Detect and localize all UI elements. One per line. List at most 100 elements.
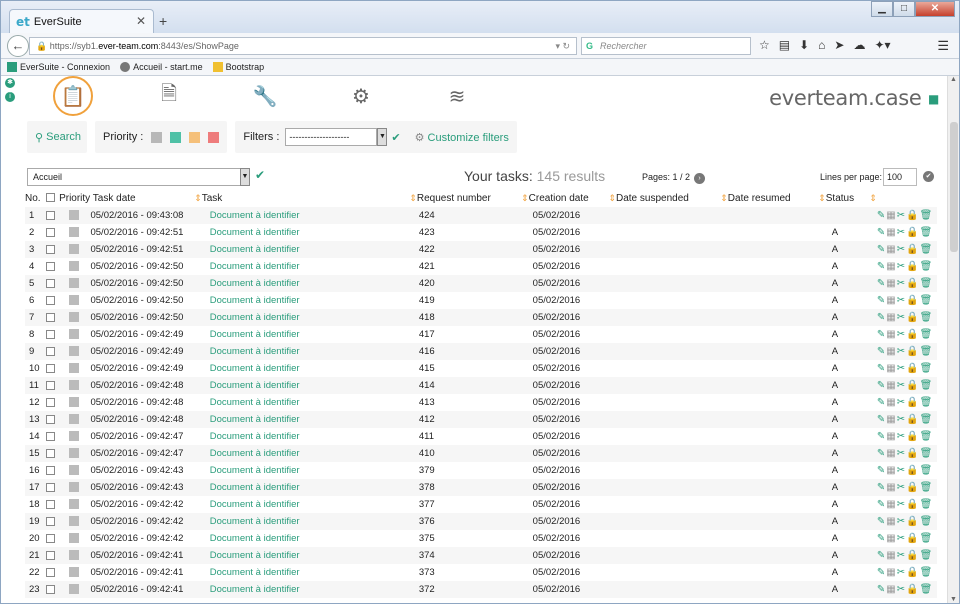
tools-icon[interactable]: ✂ <box>897 465 906 476</box>
lock-icon[interactable]: 🔒 <box>906 567 919 578</box>
table-row[interactable]: 18 05/02/2016 - 09:42:42 Document à identi… <box>25 496 937 513</box>
queue-dropdown-arrow-icon[interactable]: ▼ <box>240 168 250 186</box>
header-no[interactable]: No. <box>25 189 46 207</box>
tools-icon[interactable]: ✂ <box>897 295 906 306</box>
trash-icon[interactable]: 🗑 <box>920 210 934 221</box>
back-button[interactable]: ← <box>7 35 29 57</box>
lock-icon[interactable]: 🔒 <box>906 465 919 476</box>
tools-icon[interactable]: ✂ <box>897 397 906 408</box>
home-icon[interactable]: ⌂ <box>818 38 825 52</box>
tools-icon[interactable]: ✂ <box>897 533 906 544</box>
trash-icon[interactable]: 🗑 <box>920 550 934 561</box>
calendar-icon[interactable]: ▦ <box>886 210 896 221</box>
priority-red-swatch[interactable] <box>208 131 220 143</box>
trash-icon[interactable]: 🗑 <box>920 227 934 238</box>
calendar-icon[interactable]: ▦ <box>886 227 896 238</box>
bookmark-star-icon[interactable]: ☆ <box>759 38 770 52</box>
row-task-link[interactable]: Document à identifier <box>201 309 417 326</box>
tools-icon[interactable]: ✂ <box>897 550 906 561</box>
tools-icon[interactable]: ✂ <box>897 363 906 374</box>
url-bar[interactable]: 🔒 https://syb1.ever-team.com:8443/es/Sho… <box>29 37 577 55</box>
row-task-link[interactable]: Document à identifier <box>202 496 417 513</box>
trash-icon[interactable]: 🗑 <box>920 278 934 289</box>
customize-filters-button[interactable]: ⚙ Customize filters <box>415 131 509 144</box>
table-row[interactable]: 6 05/02/2016 - 09:42:50 Document à identif… <box>25 292 937 309</box>
trash-icon[interactable]: 🗑 <box>920 567 934 578</box>
edit-icon[interactable]: ✎ <box>877 227 886 238</box>
calendar-icon[interactable]: ▦ <box>886 312 896 323</box>
lock-icon[interactable]: 🔒 <box>906 363 919 374</box>
table-row[interactable]: 21 05/02/2016 - 09:42:41 Document à identi… <box>25 547 937 564</box>
close-window-button[interactable]: ✕ <box>915 1 955 17</box>
trash-icon[interactable]: 🗑 <box>920 380 934 391</box>
table-row[interactable]: 8 05/02/2016 - 09:42:49 Document à identif… <box>25 326 937 343</box>
nav-tools-icon[interactable]: 🔧 <box>245 76 285 116</box>
lock-icon[interactable]: 🔒 <box>906 482 919 493</box>
tools-icon[interactable]: ✂ <box>897 210 906 221</box>
lock-icon[interactable]: 🔒 <box>906 380 919 391</box>
trash-icon[interactable]: 🗑 <box>920 448 934 459</box>
header-date-resumed[interactable]: Date resumed ⇕ <box>728 189 826 207</box>
calendar-icon[interactable]: ▦ <box>886 397 896 408</box>
send-icon[interactable]: ➤ <box>834 38 844 52</box>
tools-icon[interactable]: ✂ <box>897 482 906 493</box>
calendar-icon[interactable]: ▦ <box>886 261 896 272</box>
table-row[interactable]: 15 05/02/2016 - 09:42:47 Document à identi… <box>25 445 937 462</box>
row-checkbox[interactable] <box>46 428 59 445</box>
lock-icon[interactable]: 🔒 <box>906 210 919 221</box>
lock-icon[interactable]: 🔒 <box>906 499 919 510</box>
table-row[interactable]: 20 05/02/2016 - 09:42:42 Document à identi… <box>25 530 937 547</box>
lock-icon[interactable]: 🔒 <box>906 397 919 408</box>
row-task-link[interactable]: Document à identifier <box>201 207 417 224</box>
trash-icon[interactable]: 🗑 <box>920 516 934 527</box>
reading-list-icon[interactable]: ▤ <box>779 38 790 52</box>
calendar-icon[interactable]: ▦ <box>886 516 896 527</box>
scroll-up-icon[interactable]: ▲ <box>950 76 957 83</box>
search-button[interactable]: ⚲ Search <box>27 121 87 153</box>
lock-icon[interactable]: 🔒 <box>906 244 919 255</box>
calendar-icon[interactable]: ▦ <box>886 414 896 425</box>
tools-icon[interactable]: ✂ <box>897 244 906 255</box>
row-task-link[interactable]: Document à identifier <box>201 343 417 360</box>
page-scrollbar[interactable]: ▲ ▼ <box>947 76 959 603</box>
bookmark-startme[interactable]: Accueil - start.me <box>120 62 203 73</box>
lock-icon[interactable]: 🔒 <box>906 533 919 544</box>
row-task-link[interactable]: Document à identifier <box>201 513 417 530</box>
tools-icon[interactable]: ✂ <box>897 278 906 289</box>
edit-icon[interactable]: ✎ <box>877 244 886 255</box>
settings-dot-icon[interactable]: ✱ <box>5 78 15 88</box>
row-task-link[interactable]: Document à identifier <box>201 581 417 598</box>
tools-icon[interactable]: ✂ <box>897 329 906 340</box>
apply-filter-icon[interactable]: ✔ <box>391 131 400 144</box>
row-checkbox[interactable] <box>46 513 60 530</box>
table-row[interactable]: 7 05/02/2016 - 09:42:50 Document à identif… <box>25 309 937 326</box>
header-status[interactable]: Status ⇕ <box>826 189 877 207</box>
lock-icon[interactable]: 🔒 <box>906 516 919 527</box>
bookmark-bootstrap[interactable]: Bootstrap <box>212 62 264 73</box>
lock-icon[interactable]: 🔒 <box>906 448 919 459</box>
trash-icon[interactable]: 🗑 <box>920 363 934 374</box>
row-task-link[interactable]: Document à identifier <box>201 547 417 564</box>
row-checkbox[interactable] <box>46 360 59 377</box>
tools-icon[interactable]: ✂ <box>897 431 906 442</box>
trash-icon[interactable]: 🗑 <box>920 397 934 408</box>
table-row[interactable]: 22 05/02/2016 - 09:42:41 Document à identi… <box>25 564 937 581</box>
tools-icon[interactable]: ✂ <box>897 499 906 510</box>
tools-icon[interactable]: ✂ <box>897 346 906 357</box>
select-all-checkbox[interactable] <box>46 189 59 207</box>
table-row[interactable]: 1 05/02/2016 - 09:43:08 Document à identif… <box>25 207 937 224</box>
edit-icon[interactable]: ✎ <box>877 261 886 272</box>
row-checkbox[interactable] <box>46 343 60 360</box>
lock-icon[interactable]: 🔒 <box>906 312 919 323</box>
edit-icon[interactable]: ✎ <box>877 312 886 323</box>
table-row[interactable]: 13 05/02/2016 - 09:42:48 Document à identi… <box>25 411 937 428</box>
trash-icon[interactable]: 🗑 <box>920 499 934 510</box>
lock-icon[interactable]: 🔒 <box>906 295 919 306</box>
new-tab-button[interactable]: + <box>159 13 167 29</box>
trash-icon[interactable]: 🗑 <box>920 312 934 323</box>
table-row[interactable]: 3 05/02/2016 - 09:42:51 Document à identif… <box>25 241 937 258</box>
lines-per-page-apply-icon[interactable]: ✔ <box>923 171 934 182</box>
row-task-link[interactable]: Document à identifier <box>202 224 417 241</box>
edit-icon[interactable]: ✎ <box>877 499 886 510</box>
queue-select[interactable]: Accueil <box>27 168 242 186</box>
